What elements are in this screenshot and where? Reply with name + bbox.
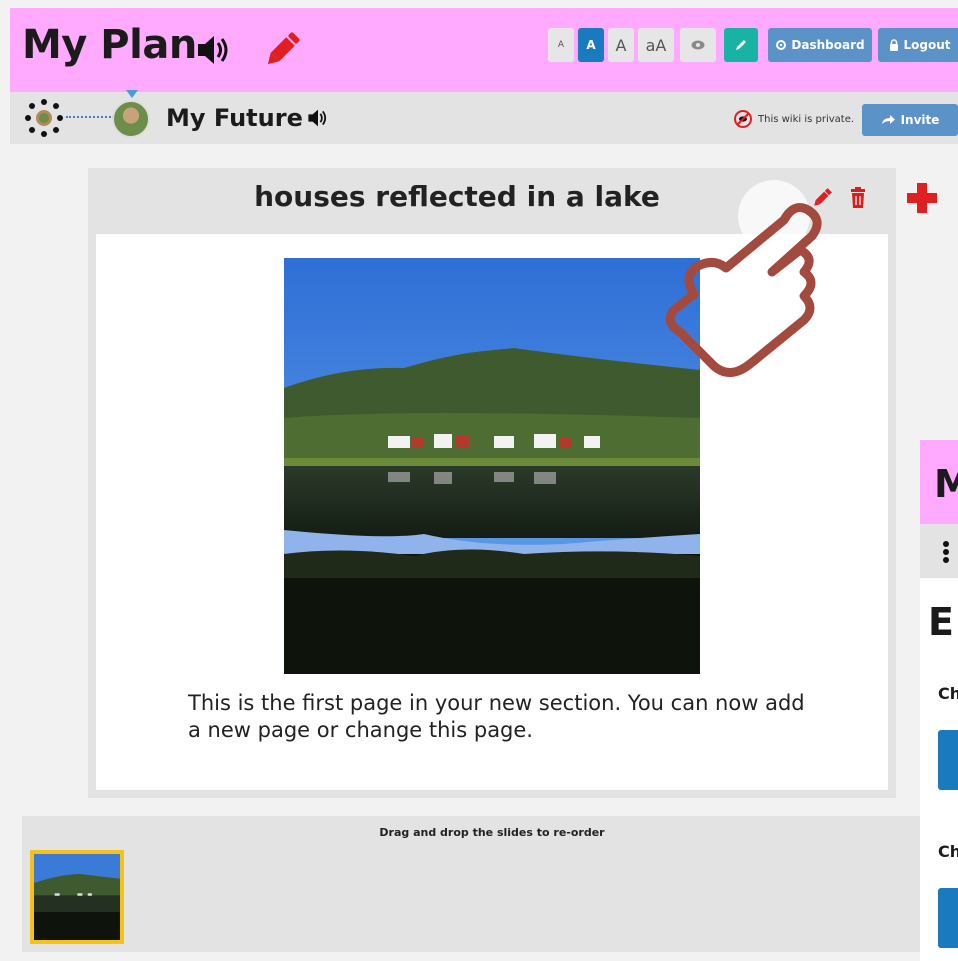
tap-hand-icon bbox=[665, 180, 822, 377]
side-window-button-1[interactable] bbox=[938, 730, 958, 790]
pencil-icon bbox=[736, 40, 746, 50]
slide-thumbnail[interactable] bbox=[30, 850, 124, 944]
network-icon[interactable] bbox=[24, 98, 64, 138]
slides-strip: Drag and drop the slides to re-order bbox=[22, 816, 924, 952]
avatar-pin-icon bbox=[126, 90, 138, 98]
page-title: My Plan bbox=[22, 22, 197, 68]
dashboard-button[interactable]: Dashboard bbox=[768, 28, 872, 62]
lock-icon bbox=[890, 39, 899, 51]
font-size-toggle-button[interactable]: aA bbox=[638, 28, 674, 62]
avatar[interactable] bbox=[112, 100, 150, 138]
side-window-label-1: Ch bbox=[938, 684, 958, 703]
cogs-icon bbox=[776, 40, 787, 50]
network-icon bbox=[943, 541, 949, 563]
logout-button[interactable]: Logout bbox=[878, 28, 958, 62]
add-page-plus-icon[interactable] bbox=[904, 180, 940, 216]
speaker-icon[interactable] bbox=[194, 30, 234, 70]
wiki-title: My Future bbox=[166, 104, 303, 132]
connector-line bbox=[66, 116, 114, 118]
logout-label: Logout bbox=[903, 38, 951, 52]
slide-thumbnail-image bbox=[34, 854, 120, 940]
page-caption: This is the first page in your new secti… bbox=[188, 691, 805, 742]
speaker-icon[interactable] bbox=[306, 106, 330, 130]
side-window: M E Ch Ch bbox=[920, 440, 958, 961]
edit-mode-button[interactable] bbox=[724, 28, 758, 62]
font-size-m-button[interactable]: A bbox=[608, 28, 634, 62]
font-size-xs-button[interactable]: A bbox=[548, 28, 574, 62]
top-header: My Plan A A A aA Dashboard Logout bbox=[10, 8, 958, 92]
invite-button[interactable]: Invite bbox=[862, 104, 958, 136]
privacy-text: This wiki is private. bbox=[758, 113, 855, 125]
wiki-subheader: My Future This wiki is private. Invite bbox=[10, 90, 958, 144]
font-size-s-button[interactable]: A bbox=[578, 28, 604, 62]
eye-icon bbox=[691, 40, 705, 50]
privacy-status: This wiki is private. bbox=[734, 110, 854, 128]
trash-icon[interactable] bbox=[846, 186, 870, 210]
side-window-label-2: Ch bbox=[938, 842, 958, 861]
side-window-button-2[interactable] bbox=[938, 888, 958, 948]
edit-title-pencil-icon[interactable] bbox=[262, 28, 302, 72]
side-window-title: M bbox=[934, 462, 958, 506]
reorder-instructions: Drag and drop the slides to re-order bbox=[379, 826, 605, 839]
lake-houses-photo bbox=[284, 258, 700, 674]
view-button[interactable] bbox=[680, 28, 716, 62]
invite-label: Invite bbox=[900, 113, 940, 127]
dashboard-label: Dashboard bbox=[791, 38, 865, 52]
private-eye-icon bbox=[734, 110, 752, 128]
side-window-heading: E bbox=[928, 600, 954, 644]
share-arrow-icon bbox=[881, 115, 895, 124]
